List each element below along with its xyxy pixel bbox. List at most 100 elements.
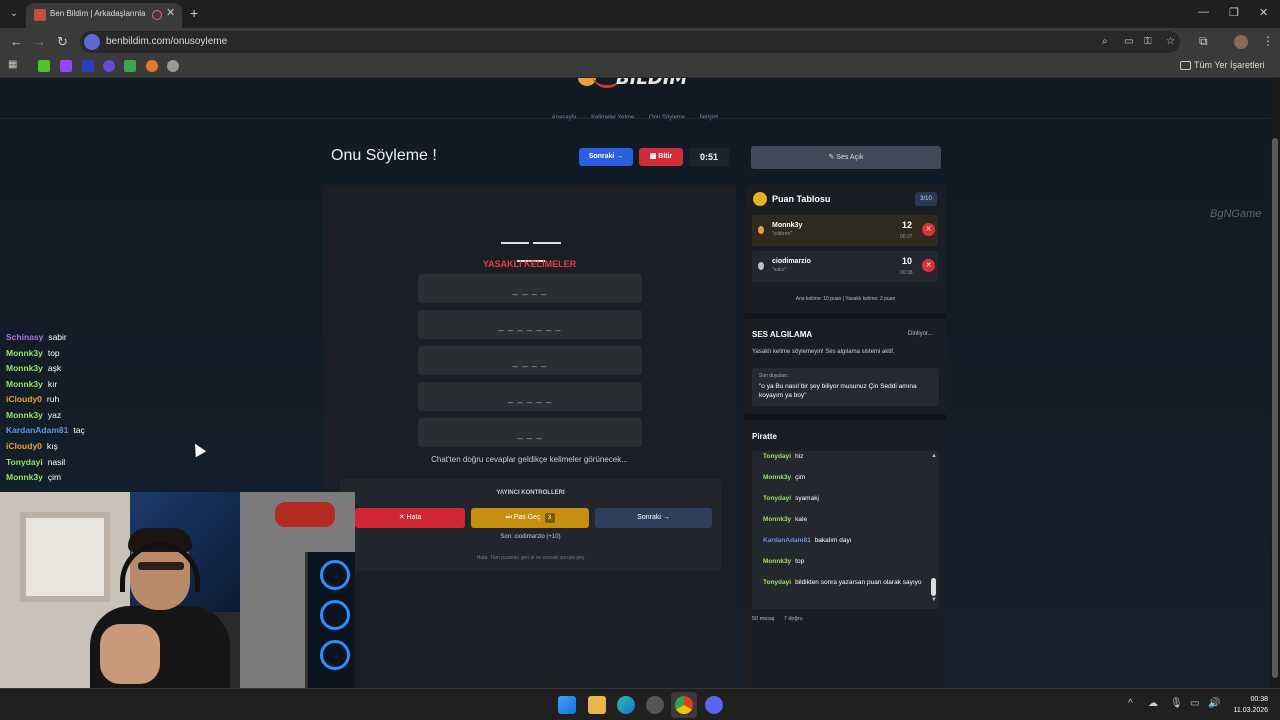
- hidden-word-blanks: [483, 231, 578, 262]
- overlay-user: Monnk3y: [6, 472, 43, 482]
- trophy-icon: [753, 192, 767, 206]
- zoom-icon[interactable]: ⌕: [1102, 36, 1108, 47]
- page-scroll-thumb[interactable]: [1272, 138, 1278, 678]
- bookmark-icon[interactable]: [146, 60, 158, 72]
- menu-icon[interactable]: ⋮: [1262, 34, 1274, 48]
- browser-toolbar: ← → ↻ benbildim.com/onusoyleme ⌕ ▭ ⚿ ☆ ⧉…: [0, 28, 1280, 56]
- overlay-chat-message: KardanAdam81 taç: [6, 425, 306, 435]
- chat-user: Tonydayi: [763, 579, 792, 586]
- scroll-thumb[interactable]: [931, 578, 936, 596]
- overlay-text: çim: [47, 472, 62, 482]
- discord-icon[interactable]: [705, 696, 723, 714]
- scroll-up-icon[interactable]: ▲: [931, 453, 937, 459]
- network-icon[interactable]: ▭: [1190, 698, 1199, 709]
- chat-stats: 50 mesaj 7 doğru: [752, 616, 803, 622]
- edge-icon[interactable]: [617, 696, 635, 714]
- message-count: 50 mesaj: [752, 616, 775, 622]
- password-key-icon[interactable]: ⚿: [1144, 36, 1152, 47]
- forward-icon[interactable]: →: [33, 34, 46, 49]
- cast-icon[interactable]: ▭: [1124, 36, 1133, 47]
- next-button[interactable]: Sonraki →: [595, 508, 712, 528]
- microphone-tray-icon[interactable]: 🎙: [1170, 698, 1183, 709]
- tab-strip: ⌄ Ben Bildim | Arkadaşlarınla ✕ + — ❐ ✕: [0, 0, 1280, 28]
- remove-score-button[interactable]: ✕: [922, 223, 935, 236]
- file-explorer-icon[interactable]: [588, 696, 606, 714]
- overlay-chat-message: Monnk3y kır: [6, 379, 306, 389]
- browser-tab[interactable]: Ben Bildim | Arkadaşlarınla ✕: [26, 3, 182, 28]
- next-button-top[interactable]: Sonraki →: [579, 148, 633, 166]
- all-bookmarks-folder[interactable]: Tüm Yer İşaretleri: [1194, 60, 1265, 70]
- apps-grid-icon[interactable]: ▦: [8, 59, 20, 71]
- overlay-chat-message: iCloudy0 ruh: [6, 394, 306, 404]
- sound-detection-status: Dinliyor...: [908, 331, 933, 337]
- taskbar-clock[interactable]: 00:38 11.03.2026: [1228, 694, 1268, 716]
- overlay-text: sabir: [48, 332, 67, 342]
- bookmark-icon[interactable]: [82, 60, 94, 72]
- remove-score-button[interactable]: ✕: [922, 259, 935, 272]
- overlay-user: Monnk3y: [6, 363, 43, 373]
- finish-button[interactable]: ▦ Bitir: [639, 148, 683, 166]
- chat-text: kale: [795, 516, 808, 523]
- overlay-text: taç: [73, 425, 85, 435]
- chat-text: bildikten sonra yazarsan puan olarak say…: [795, 579, 922, 586]
- points-note: Ana kelime: 10 puan | Yasaklı kelime: 2 …: [795, 296, 896, 302]
- forbidden-word-slot: _ _ _ _: [418, 346, 642, 375]
- minimize-button[interactable]: —: [1198, 6, 1209, 18]
- reload-icon[interactable]: ↻: [57, 34, 68, 50]
- player-word: "yıldırım": [772, 231, 792, 237]
- sound-toggle-button[interactable]: ✎ Ses Açık: [751, 146, 941, 169]
- chat-hint-text: Chat'ten doğru cevaplar geldikçe kelimel…: [431, 455, 628, 464]
- cloud-icon[interactable]: ☁: [1148, 698, 1158, 709]
- chat-user: Tonydayi: [763, 453, 792, 460]
- error-button[interactable]: ✕ Hata: [355, 508, 465, 528]
- overlay-chat-message: Schinasy sabir: [6, 332, 306, 342]
- page-scrollbar[interactable]: [1270, 78, 1280, 688]
- overlay-chat-message: Tonydayi nasil: [6, 457, 306, 467]
- overlay-chat-message: Monnk3y çim: [6, 472, 306, 482]
- bookmark-icon[interactable]: [103, 60, 115, 72]
- chat-scrollbar[interactable]: ▲ ▼: [930, 451, 938, 609]
- restore-button[interactable]: ❐: [1229, 6, 1239, 19]
- webcam-toy-car: [275, 502, 335, 527]
- close-window-button[interactable]: ✕: [1259, 6, 1268, 19]
- scroll-down-icon[interactable]: ▼: [931, 597, 937, 603]
- pc-fan: [320, 600, 350, 630]
- pass-button[interactable]: ⏭ Pas Geç 3: [471, 508, 589, 528]
- bookmark-star-icon[interactable]: ☆: [1166, 36, 1175, 47]
- controls-title: YAYINCI KONTROLLERI: [496, 490, 565, 496]
- overlay-text: ruh: [46, 394, 60, 404]
- twitch-bookmark-icon[interactable]: [60, 60, 72, 72]
- overlay-chat-message: Monnk3y yaz: [6, 410, 306, 420]
- globe-bookmark-icon[interactable]: [167, 60, 179, 72]
- obs-icon[interactable]: [646, 696, 664, 714]
- tab-close-icon[interactable]: ✕: [166, 6, 175, 19]
- pc-fan: [320, 560, 350, 590]
- site-logo[interactable]: BILDIM: [578, 78, 698, 96]
- address-bar[interactable]: benbildim.com/onusoyleme ⌕ ▭ ⚿ ☆: [80, 31, 1180, 53]
- player-score: 12: [902, 220, 913, 230]
- start-button-icon[interactable]: [558, 696, 576, 714]
- overlay-chat-message: Monnk3y top: [6, 348, 306, 358]
- back-icon[interactable]: ←: [10, 34, 23, 49]
- volume-icon[interactable]: 🔊: [1208, 698, 1220, 709]
- recording-icon: [152, 10, 162, 20]
- pass-count-badge: 3: [544, 513, 555, 523]
- tray-chevron-icon[interactable]: ^: [1128, 698, 1133, 709]
- folder-icon: [1180, 61, 1191, 70]
- logo-text: BILDIM: [616, 78, 688, 89]
- chat-message: Monnk3y çim: [763, 473, 923, 482]
- forbidden-words-title: YASAKLI KELIMELER: [482, 259, 577, 269]
- kick-bookmark-icon[interactable]: [38, 60, 50, 72]
- extensions-icon[interactable]: ⧉: [1199, 34, 1208, 49]
- bookmark-icon[interactable]: [124, 60, 136, 72]
- tab-search-icon[interactable]: ⌄: [6, 6, 22, 22]
- new-tab-button[interactable]: +: [190, 5, 198, 21]
- chat-user: Monnk3y: [763, 516, 792, 523]
- site-info-icon[interactable]: [84, 34, 100, 50]
- chat-list[interactable]: Tonydayi hiz Monnk3y çim Tonydayi syamakj M…: [752, 451, 939, 609]
- watermark-logo: BgNGame: [1210, 208, 1262, 220]
- countdown-timer: 0:51: [689, 148, 729, 166]
- chrome-icon[interactable]: [675, 696, 693, 714]
- chat-user: Tonydayi: [763, 495, 792, 502]
- profile-avatar[interactable]: [1234, 35, 1248, 49]
